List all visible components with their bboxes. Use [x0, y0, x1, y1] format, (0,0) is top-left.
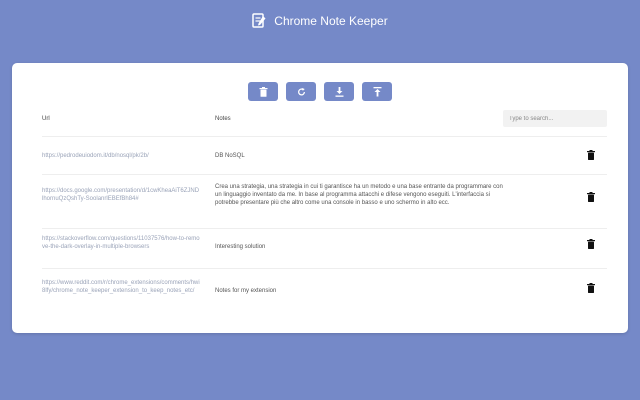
delete-row-button[interactable]: [587, 150, 597, 162]
row-note: Interesting solution: [215, 244, 266, 250]
download-icon: [335, 86, 344, 97]
table-row: https://www.reddit.com/r/chrome_extensio…: [42, 268, 607, 319]
table-row: https://docs.google.com/presentation/d/1…: [42, 174, 607, 229]
upload-icon: [373, 86, 382, 97]
trash-icon: [587, 150, 597, 160]
row-url[interactable]: https://docs.google.com/presentation/d/1…: [42, 187, 200, 203]
delete-row-button[interactable]: [587, 192, 597, 204]
trash-icon: [587, 192, 597, 202]
row-note: Crea una strategia, una strategia in cui…: [215, 184, 503, 206]
export-button[interactable]: [324, 82, 354, 101]
refresh-icon: [297, 87, 306, 97]
toolbar: [12, 82, 628, 101]
row-url[interactable]: https://www.reddit.com/r/chrome_extensio…: [42, 279, 200, 295]
trash-icon: [587, 283, 597, 293]
row-note: Notes for my extension: [215, 288, 277, 294]
import-button[interactable]: [362, 82, 392, 101]
delete-row-button[interactable]: [587, 283, 597, 295]
notes-card: Url Notes https://pedrodeuiodom.it/db/no…: [12, 63, 628, 333]
delete-row-button[interactable]: [587, 239, 597, 251]
delete-all-button[interactable]: [248, 82, 278, 101]
refresh-button[interactable]: [286, 82, 316, 101]
table-row: https://pedrodeuiodom.it/db/nosql/pk/2b/…: [42, 136, 607, 175]
app-header: Chrome Note Keeper: [0, 10, 640, 32]
note-icon: [252, 13, 266, 29]
search-input[interactable]: [503, 110, 607, 127]
row-url[interactable]: https://pedrodeuiodom.it/db/nosql/pk/2b/: [42, 152, 200, 160]
row-url[interactable]: https://stackoverflow.com/questions/1103…: [42, 235, 200, 251]
app-title: Chrome Note Keeper: [274, 14, 388, 28]
trash-icon: [259, 86, 268, 97]
url-column-header: Url: [42, 116, 50, 122]
trash-icon: [587, 239, 597, 249]
row-note: DB NoSQL: [215, 153, 245, 159]
table-row: https://stackoverflow.com/questions/1103…: [42, 228, 607, 269]
notes-column-header: Notes: [215, 116, 231, 122]
